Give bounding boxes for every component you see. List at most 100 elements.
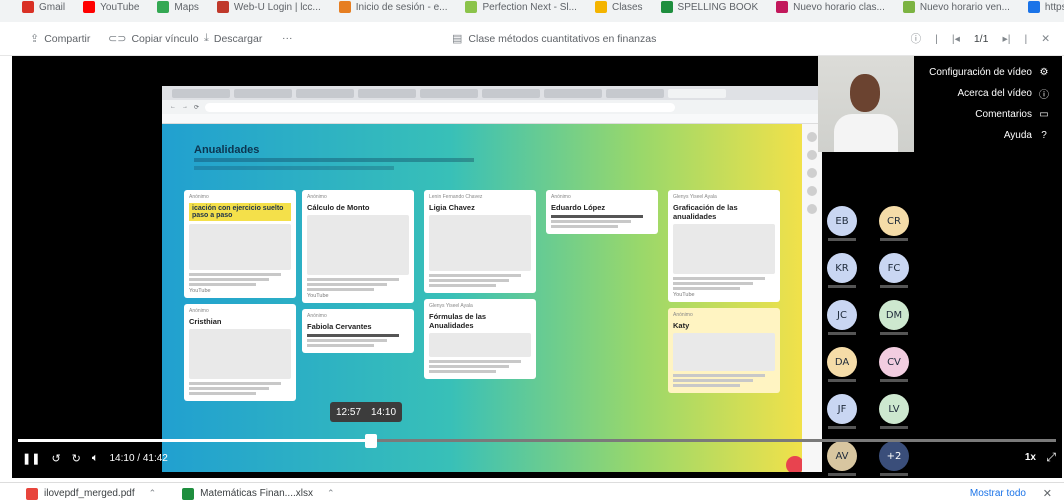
participant-avatar: KR xyxy=(827,253,857,283)
menu-item[interactable]: Comentarios ▭ xyxy=(920,104,1050,125)
padlet-card: Glenys Yiseel Ayala Fórmulas de las Anual… xyxy=(424,299,536,379)
seek-bar[interactable] xyxy=(18,434,1056,448)
card-caption: YouTube xyxy=(673,292,695,298)
recorded-address-bar: ← → ⟳ xyxy=(162,100,822,114)
seek-handle[interactable] xyxy=(364,434,377,448)
participant-avatar: CV xyxy=(879,347,909,377)
menu-item[interactable]: Acerca del vídeo ⓘ xyxy=(920,83,1050,104)
more-options-button[interactable]: ··· xyxy=(282,32,293,44)
last-page-icon[interactable]: ▸| xyxy=(1002,33,1010,45)
card-title: Fórmulas de las Anualidades xyxy=(429,312,487,330)
bookmark-label: YouTube xyxy=(100,1,140,13)
chevron-up-icon[interactable]: ⌃ xyxy=(327,488,335,499)
bookmark-icon xyxy=(157,1,170,13)
participant-tile: JC xyxy=(824,300,860,335)
card-text-line xyxy=(551,215,643,218)
padlet-card: Anónimo Fabiola Cervantes xyxy=(302,309,414,353)
participant-tile: DA xyxy=(824,347,860,382)
participant-name xyxy=(828,473,856,476)
card-title: Eduardo López xyxy=(551,203,606,212)
info-icon[interactable]: ⓘ xyxy=(911,31,922,46)
card-author: Anónimo xyxy=(189,308,209,314)
pause-icon[interactable]: ❚❚ xyxy=(22,452,40,465)
video-player[interactable]: ← → ⟳ Anualidades Anónimo icación con ejerc… xyxy=(12,56,1062,478)
playback-speed[interactable]: 1x xyxy=(1025,452,1036,463)
participant-row: AV +2 xyxy=(824,441,914,476)
participant-avatar: LV xyxy=(879,394,909,424)
close-download-bar-icon[interactable]: ✕ xyxy=(1043,487,1052,500)
card-text-line xyxy=(189,283,257,286)
padlet-sidebar xyxy=(802,124,822,472)
bookmark-item[interactable]: Perfection Next - Sl... xyxy=(465,0,577,14)
card-text-line xyxy=(307,344,375,347)
participant-avatar: FC xyxy=(879,253,909,283)
bookmark-item[interactable]: Inicio de sesión - e... xyxy=(338,0,447,14)
toolbar-right: ⓘ | |◂ 1/1 ▸| | ✕ xyxy=(911,31,1050,46)
participant-grid: EB CR KR FC JC DM DA CV JF LV AV +2 xyxy=(824,206,914,478)
volume-icon[interactable]: 🔈︎ xyxy=(92,452,99,465)
download-item[interactable]: ilovepdf_merged.pdf ⌃ xyxy=(26,487,157,500)
participant-name xyxy=(880,426,908,429)
menu-item[interactable]: Ayuda? xyxy=(920,125,1050,146)
card-author: Glenys Yiseel Ayala xyxy=(673,194,717,200)
chevron-up-icon[interactable]: ⌃ xyxy=(149,488,157,499)
rewind-icon[interactable]: ↺ xyxy=(51,452,60,465)
participant-avatar: EB xyxy=(827,206,857,236)
close-icon[interactable]: ✕ xyxy=(1041,33,1050,45)
forward-icon[interactable]: ↻ xyxy=(72,452,81,465)
card-text-line xyxy=(189,387,269,390)
bookmark-icon xyxy=(660,1,673,13)
padlet-card: Anónimo Katy xyxy=(668,308,780,393)
show-all-downloads-button[interactable]: Mostrar todo xyxy=(970,488,1026,499)
bookmark-item[interactable]: Nuevo horario clas... xyxy=(776,0,885,14)
participant-name xyxy=(880,473,908,476)
bookmark-item[interactable]: Maps xyxy=(157,0,199,14)
card-text-line xyxy=(307,339,387,342)
presenter-shirt xyxy=(834,114,898,152)
bookmark-item[interactable]: https://www.canva... xyxy=(1027,0,1064,14)
fullscreen-icon[interactable]: ⤢ xyxy=(1046,450,1056,465)
bookmark-item[interactable]: Web-U Login | lcc... xyxy=(216,0,321,14)
participant-tile: CV xyxy=(876,347,912,382)
bookmark-item[interactable]: Nuevo horario ven... xyxy=(902,0,1010,14)
bookmark-item[interactable]: Gmail xyxy=(22,0,65,14)
bookmark-icon xyxy=(1027,1,1040,13)
card-banner: icación con ejercicio suelto paso a paso xyxy=(189,203,291,221)
download-button[interactable]: ⤓ Descargar xyxy=(204,32,262,45)
participant-tile: DM xyxy=(876,300,912,335)
menu-item-label: Configuración de vídeo xyxy=(929,67,1032,78)
padlet-column: Lenin Fernando Chavez Ligia Chavez Glenys … xyxy=(424,190,536,385)
comment-icon: ▭ xyxy=(1039,109,1049,120)
padlet-board: Anualidades Anónimo icación con ejercicio… xyxy=(162,124,804,472)
divider: | xyxy=(1024,32,1028,45)
participant-avatar: +2 xyxy=(879,441,909,471)
bookmark-item[interactable]: SPELLING BOOK xyxy=(660,0,758,14)
bookmark-item[interactable]: Clases xyxy=(594,0,643,14)
padlet-card: Glenys Yiseel Ayala Graficación de las an… xyxy=(668,190,780,302)
download-item[interactable]: Matemáticas Finan....xlsx ⌃ xyxy=(182,487,335,500)
bookmark-item[interactable]: YouTube xyxy=(83,0,139,14)
bookmark-label: Nuevo horario ven... xyxy=(919,1,1010,13)
card-caption: YouTube xyxy=(307,293,329,299)
card-text-line xyxy=(551,225,619,228)
card-text-line xyxy=(189,273,281,276)
padlet-column: Glenys Yiseel Ayala Graficación de las an… xyxy=(668,190,780,399)
link-icon: ⊂⊃ xyxy=(108,33,127,45)
participant-tile: +2 xyxy=(876,441,912,476)
participant-row: KR FC xyxy=(824,253,914,288)
file-icon xyxy=(26,487,38,500)
padlet-card: Anónimo Eduardo López xyxy=(546,190,658,234)
first-page-icon[interactable]: |◂ xyxy=(952,33,960,45)
padlet-card: Lenin Fernando Chavez Ligia Chavez xyxy=(424,190,536,293)
padlet-subtitle xyxy=(194,158,474,162)
padlet-column: Anónimo Cálculo de Monto YouTube Anónimo Fab… xyxy=(302,190,414,359)
share-button[interactable]: ⇪ Compartir xyxy=(30,32,90,46)
video-settings-menu: Configuración de vídeo ⚙ Acerca del vídeo ⓘ… xyxy=(920,62,1050,146)
gear-icon: ⚙ xyxy=(1039,67,1049,78)
card-author: Anónimo xyxy=(673,312,693,318)
menu-item-label: Ayuda xyxy=(1003,130,1032,141)
participant-avatar: JC xyxy=(827,300,857,330)
copy-link-button[interactable]: ⊂⊃ Copiar vínculo xyxy=(108,32,199,46)
menu-item[interactable]: Configuración de vídeo ⚙ xyxy=(920,62,1050,83)
card-text-line xyxy=(429,365,509,368)
